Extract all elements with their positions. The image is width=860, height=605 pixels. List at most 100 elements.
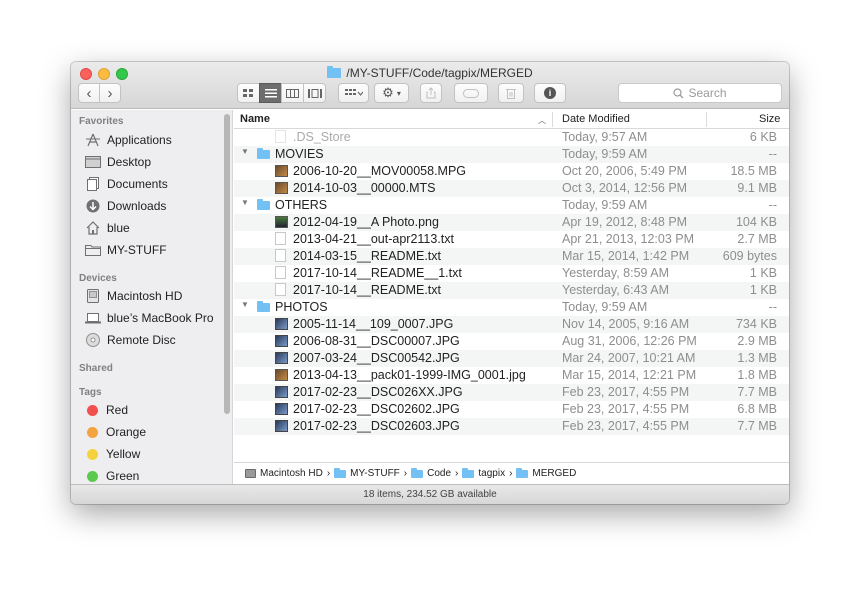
file-row[interactable]: 2014-03-15__README.txt Mar 15, 2014, 1:42… <box>234 248 789 265</box>
sidebar-item-macintosh-hd[interactable]: Macintosh HD <box>85 286 182 306</box>
sidebar-item-remote-disc[interactable]: Remote Disc <box>85 330 176 350</box>
action-gear-button[interactable]: ⚙ ▾ <box>374 83 409 103</box>
search-field[interactable]: Search <box>618 83 782 103</box>
info-icon: i <box>544 87 556 99</box>
laptop-icon <box>85 311 101 325</box>
file-name: 2014-03-15__README.txt <box>293 249 441 263</box>
sidebar-item-applications[interactable]: Applications <box>85 130 172 150</box>
file-date-modified: Feb 23, 2017, 4:55 PM <box>562 419 690 433</box>
sidebar-item-desktop[interactable]: Desktop <box>85 152 151 172</box>
sidebar-item-macbook-pro[interactable]: blue’s MacBook Pro <box>85 308 214 328</box>
sidebar-tag-red[interactable]: Red <box>85 400 128 420</box>
gallery-view-icon <box>307 88 322 98</box>
forward-button[interactable]: › <box>99 83 121 103</box>
arrange-button[interactable] <box>338 83 369 103</box>
file-row[interactable]: 2017-10-14__README.txt Yesterday, 6:43 AM… <box>234 282 789 299</box>
share-button[interactable] <box>420 83 442 103</box>
yellow-tag-icon <box>87 448 98 460</box>
file-name: MOVIES <box>275 147 324 161</box>
file-date-modified: Oct 20, 2006, 5:49 PM <box>562 164 688 178</box>
path-item-macintosh-hd[interactable]: Macintosh HD <box>260 468 323 479</box>
file-row[interactable]: 2013-04-13__pack01-1999-IMG_0001.jpg Mar … <box>234 367 789 384</box>
file-name: 2007-03-24__DSC00542.JPG <box>293 351 460 365</box>
path-item-tagpix[interactable]: tagpix <box>478 468 505 479</box>
path-item-merged[interactable]: MERGED <box>532 468 576 479</box>
sidebar-tag-green[interactable]: Green <box>85 466 139 484</box>
sidebar-tag-yellow[interactable]: Yellow <box>85 444 140 464</box>
icon-view-icon <box>243 88 253 97</box>
file-size: -- <box>768 147 777 161</box>
disclosure-triangle-icon[interactable]: ▼ <box>241 198 249 207</box>
file-row[interactable]: 2006-10-20__MOV00058.MPG Oct 20, 2006, 5:… <box>234 163 789 180</box>
folder-icon <box>85 243 101 257</box>
sidebar-heading-tags: Tags <box>79 387 102 398</box>
file-name: 2012-04-19__A Photo.png <box>293 215 439 229</box>
column-header-name[interactable]: Name <box>240 113 270 125</box>
file-row[interactable]: 2014-10-03__00000.MTS Oct 3, 2014, 12:56 … <box>234 180 789 197</box>
folder-icon <box>257 199 270 210</box>
disclosure-triangle-icon[interactable]: ▼ <box>241 147 249 156</box>
gallery-view-button[interactable] <box>303 83 326 103</box>
folder-icon <box>334 467 347 478</box>
column-header-size[interactable]: Size <box>759 113 780 125</box>
sidebar-scrollbar[interactable] <box>224 114 230 414</box>
sidebar-item-downloads[interactable]: Downloads <box>85 196 166 216</box>
file-row[interactable]: 2017-02-23__DSC026XX.JPG Feb 23, 2017, 4:… <box>234 384 789 401</box>
gear-icon: ⚙ <box>382 85 394 100</box>
hard-drive-icon <box>85 289 101 303</box>
file-row[interactable]: 2012-04-19__A Photo.png Apr 19, 2012, 8:4… <box>234 214 789 231</box>
file-row[interactable]: 2005-11-14__109_0007.JPG Nov 14, 2005, 9:… <box>234 316 789 333</box>
sidebar-item-label: Green <box>106 469 140 483</box>
list-view-button[interactable] <box>259 83 282 103</box>
trash-button[interactable] <box>498 83 524 103</box>
path-item-code[interactable]: Code <box>427 468 451 479</box>
file-size: 2.9 MB <box>737 334 777 348</box>
path-separator: › <box>509 468 513 479</box>
column-view-button[interactable] <box>281 83 304 103</box>
sidebar-item-documents[interactable]: Documents <box>85 174 168 194</box>
search-icon <box>673 87 684 98</box>
path-bar: Macintosh HD › MY-STUFF › Code › tagpix … <box>234 462 789 484</box>
column-divider[interactable] <box>706 112 707 127</box>
sidebar-heading-shared: Shared <box>79 363 113 374</box>
image-thumbnail-icon <box>275 420 288 432</box>
sidebar-tag-orange[interactable]: Orange <box>85 422 146 442</box>
file-row[interactable]: .DS_Store Today, 9:57 AM 6 KB <box>234 129 789 146</box>
folder-row[interactable]: ▼ PHOTOS Today, 9:59 AM -- <box>234 299 789 316</box>
folder-row[interactable]: ▼ MOVIES Today, 9:59 AM -- <box>234 146 789 163</box>
disclosure-triangle-icon[interactable]: ▼ <box>241 300 249 309</box>
sidebar: Favorites Applications Desktop Documents… <box>71 110 233 484</box>
file-name: 2005-11-14__109_0007.JPG <box>293 317 454 331</box>
edit-tags-button[interactable] <box>454 83 488 103</box>
file-row[interactable]: 2007-03-24__DSC00542.JPG Mar 24, 2007, 10… <box>234 350 789 367</box>
trash-icon <box>506 89 516 99</box>
window-title-text: /MY-STUFF/Code/tagpix/MERGED <box>346 66 533 80</box>
back-button[interactable]: ‹ <box>78 83 100 103</box>
document-icon <box>275 232 286 245</box>
red-tag-icon <box>87 404 98 416</box>
file-date-modified: Apr 21, 2013, 12:03 PM <box>562 232 695 246</box>
sidebar-heading-favorites: Favorites <box>79 116 124 127</box>
folder-row[interactable]: ▼ OTHERS Today, 9:59 AM -- <box>234 197 789 214</box>
column-header-date[interactable]: Date Modified <box>562 113 630 125</box>
home-icon <box>85 221 101 235</box>
sidebar-item-my-stuff[interactable]: MY-STUFF <box>85 240 167 260</box>
file-size: 1.8 MB <box>737 368 777 382</box>
file-row[interactable]: 2013-04-21__out-apr2113.txt Apr 21, 2013,… <box>234 231 789 248</box>
file-name: 2017-10-14__README.txt <box>293 283 441 297</box>
sidebar-item-blue[interactable]: blue <box>85 218 130 238</box>
green-tag-icon <box>87 470 98 482</box>
get-info-button[interactable]: i <box>534 83 566 103</box>
path-item-my-stuff[interactable]: MY-STUFF <box>350 468 400 479</box>
file-name: OTHERS <box>275 198 328 212</box>
sidebar-item-label: Red <box>106 403 129 417</box>
file-row[interactable]: 2017-10-14__README__1.txt Yesterday, 8:59… <box>234 265 789 282</box>
file-name: 2006-08-31__DSC00007.JPG <box>293 334 460 348</box>
icon-view-button[interactable] <box>237 83 260 103</box>
file-row[interactable]: 2017-02-23__DSC02602.JPG Feb 23, 2017, 4:… <box>234 401 789 418</box>
image-thumbnail-icon <box>275 386 288 398</box>
file-row[interactable]: 2006-08-31__DSC00007.JPG Aug 31, 2006, 12… <box>234 333 789 350</box>
file-row[interactable]: 2017-02-23__DSC02603.JPG Feb 23, 2017, 4:… <box>234 418 789 435</box>
column-divider[interactable] <box>552 112 553 127</box>
file-size: 104 KB <box>735 215 777 229</box>
